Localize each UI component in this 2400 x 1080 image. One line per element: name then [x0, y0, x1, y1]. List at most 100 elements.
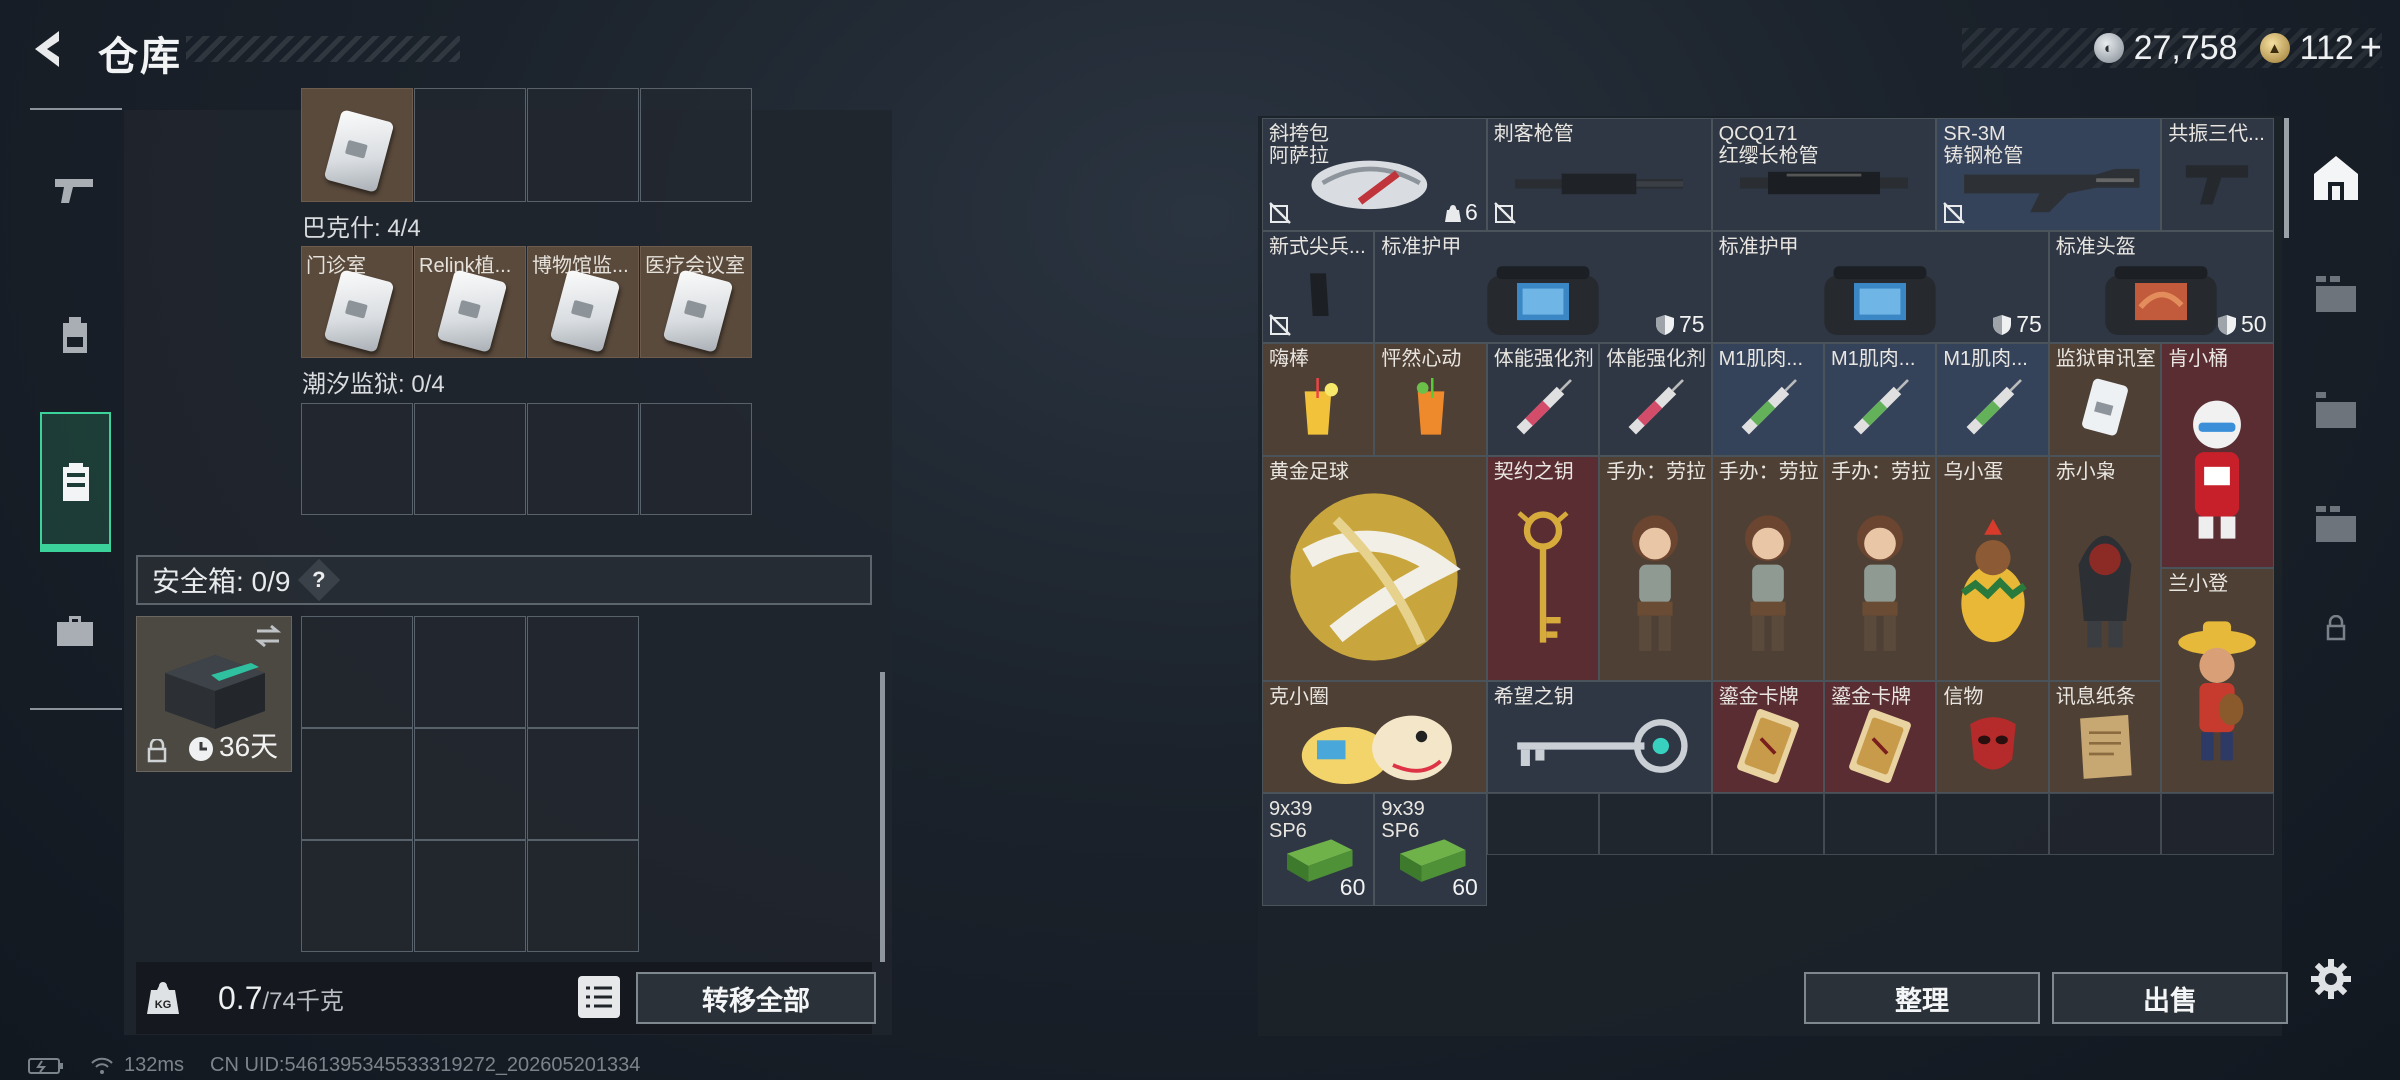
stash-item[interactable]: 9x39 SP6 60: [1374, 793, 1487, 906]
sort-button[interactable]: 整理: [1804, 972, 2040, 1024]
stash-item[interactable]: 9x39 SP6 60: [1262, 793, 1375, 906]
stash-item[interactable]: 手办：劳拉: [1599, 455, 1712, 681]
container-slot[interactable]: [527, 88, 639, 202]
stash-item[interactable]: 标准护甲 75: [1711, 230, 2049, 343]
nav-tab-container[interactable]: [40, 412, 111, 552]
stash-item[interactable]: 新式尖兵...: [1262, 230, 1375, 343]
stash-item[interactable]: 鎏金卡牌: [1711, 680, 1824, 793]
stash-item[interactable]: 黄金足球: [1262, 455, 1487, 681]
nav-tab-weapons[interactable]: [40, 155, 110, 225]
stash-item[interactable]: 乌小蛋: [1936, 455, 2049, 681]
safebox-slot[interactable]: [414, 728, 526, 840]
empty-grid-slot[interactable]: [1936, 793, 2049, 855]
empty-grid-slot[interactable]: [1711, 793, 1824, 855]
stash-item[interactable]: 监狱审讯室: [2048, 343, 2162, 456]
stash-item[interactable]: 怦然心动: [1374, 343, 1487, 456]
gear-icon: [2311, 959, 2351, 999]
item-name: 赤小枭: [2055, 460, 2116, 483]
keycard-slot[interactable]: 医疗会议室: [640, 246, 752, 358]
safebox-item[interactable]: 36天: [136, 616, 292, 772]
empty-grid-slot[interactable]: [1486, 793, 1600, 855]
empty-grid-slot[interactable]: [2048, 793, 2162, 855]
item-name: 鎏金卡牌: [1831, 685, 1911, 708]
stash-item[interactable]: 赤小枭: [2048, 455, 2162, 681]
svg-text:KG: KG: [155, 999, 172, 1011]
settings-button[interactable]: [2306, 954, 2356, 1004]
safebox-slot[interactable]: [527, 616, 639, 728]
stash-item[interactable]: 肯小桶: [2161, 343, 2274, 568]
container-slot[interactable]: [301, 88, 413, 202]
keycard-slot[interactable]: Relink植...: [414, 246, 526, 358]
stash-item[interactable]: 讯息纸条: [2048, 680, 2162, 793]
sell-button[interactable]: 出售: [2052, 972, 2288, 1024]
stash-item[interactable]: 嗨棒: [1262, 343, 1375, 456]
keycard-slot[interactable]: 博物馆监...: [527, 246, 639, 358]
empty-grid-slot[interactable]: [1599, 793, 1712, 855]
stash-tab-all[interactable]: [2304, 146, 2368, 210]
safebox-slot[interactable]: [527, 728, 639, 840]
right-scrollbar[interactable]: [2284, 118, 2289, 238]
clock-icon: [189, 737, 213, 761]
stash-item[interactable]: 手办：劳拉: [1824, 455, 1937, 681]
item-count: 6: [1445, 199, 1478, 226]
item-count-value: 6: [1465, 198, 1478, 225]
stash-item[interactable]: 标准护甲 75: [1374, 230, 1712, 343]
stash-item[interactable]: 希望之钥: [1486, 680, 1712, 793]
nav-tab-briefcase[interactable]: [40, 596, 110, 666]
stash-item[interactable]: 鎏金卡牌: [1824, 680, 1937, 793]
stash-item[interactable]: 克小圈: [1262, 680, 1487, 793]
stash-item[interactable]: M1肌肉...: [1711, 343, 1824, 456]
stash-tab-2[interactable]: [2304, 262, 2368, 326]
stash-tab-locked[interactable]: [2304, 596, 2368, 660]
safebox-slot[interactable]: [301, 840, 413, 952]
group-label-tide-prison: 潮汐监狱: 0/4: [302, 371, 445, 398]
keycard-slot[interactable]: [301, 403, 413, 515]
keycard-slot[interactable]: [414, 403, 526, 515]
stash-item[interactable]: SR-3M 铸钢枪管: [1936, 118, 2162, 231]
item-name: 肯小桶: [2168, 348, 2229, 370]
stash-item[interactable]: 斜挎包 阿萨拉 6: [1262, 118, 1487, 231]
stash-item[interactable]: M1肌肉...: [1936, 343, 2049, 456]
safebox-help-button[interactable]: ?: [298, 558, 341, 602]
lock-icon: [147, 739, 167, 763]
key-icon: [1488, 457, 1598, 680]
safebox-slot[interactable]: [301, 728, 413, 840]
stash-tab-4[interactable]: [2304, 492, 2368, 556]
stash-item[interactable]: M1肌肉...: [1824, 343, 1937, 456]
empty-grid-slot[interactable]: [1824, 793, 1937, 855]
stash-tab-3[interactable]: [2304, 378, 2368, 442]
keycard-slot[interactable]: 门诊室: [301, 246, 413, 358]
stash-item[interactable]: 刺客枪管: [1486, 118, 1712, 231]
nav-tab-backpack[interactable]: [40, 300, 110, 370]
container-slot[interactable]: [640, 88, 752, 202]
container-slot[interactable]: [414, 88, 526, 202]
stash-item[interactable]: 共振三代...: [2161, 118, 2274, 231]
safebox-slot[interactable]: [414, 840, 526, 952]
safebox-slot[interactable]: [301, 616, 413, 728]
stash-item[interactable]: 兰小登: [2161, 568, 2274, 793]
container-icon: [62, 463, 89, 501]
left-scrollbar[interactable]: [880, 672, 885, 962]
list-view-button[interactable]: [578, 976, 620, 1018]
safebox-slot[interactable]: [527, 840, 639, 952]
stash-item[interactable]: 标准头盔 50: [2048, 230, 2274, 343]
transfer-all-button[interactable]: 转移全部: [636, 972, 876, 1024]
stash-item[interactable]: 信物: [1936, 680, 2049, 793]
safebox-slot[interactable]: [414, 616, 526, 728]
stash-item[interactable]: QCQ171 红缨长枪管: [1711, 118, 1937, 231]
item-count: 60: [1452, 873, 1478, 900]
back-button[interactable]: [26, 26, 72, 72]
add-currency-button[interactable]: +: [2360, 27, 2382, 70]
stash-item[interactable]: 手办：劳拉: [1711, 455, 1824, 681]
stash-item[interactable]: 体能强化剂: [1486, 343, 1600, 456]
item-name: M1肌肉...: [1718, 348, 1804, 370]
stash-item[interactable]: 契约之钥: [1486, 455, 1600, 681]
stash-item[interactable]: 体能强化剂: [1599, 343, 1712, 456]
nav-divider: [30, 708, 122, 710]
nav-divider: [30, 108, 122, 110]
briefcase-icon: [57, 616, 93, 646]
empty-grid-slot[interactable]: [2161, 793, 2274, 855]
backpack-icon: [63, 317, 87, 353]
keycard-slot[interactable]: [527, 403, 639, 515]
keycard-slot[interactable]: [640, 403, 752, 515]
